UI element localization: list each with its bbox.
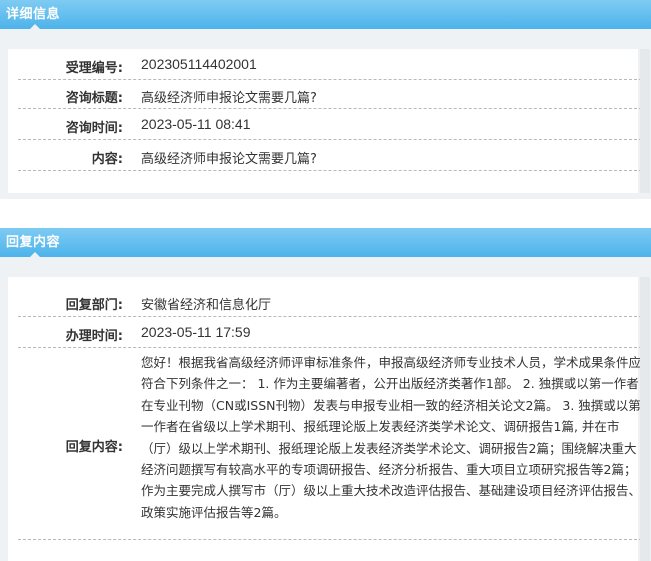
reply-content-text: 您好！根据我省高级经济师评审标准条件，申报高级经济师专业技术人员，学术成果条件应… <box>141 355 642 520</box>
details-row-subject: 咨询标题: 高级经济师申报论文需要几篇? <box>18 80 642 109</box>
consult-time-label: 咨询时间: <box>65 121 123 136</box>
handle-time-label: 办理时间: <box>65 329 123 344</box>
ticket-number-label: 受理编号: <box>65 61 123 76</box>
handle-time-value: 2023-05-11 17:59 <box>141 324 251 340</box>
content-label: 内容: <box>91 152 123 167</box>
details-section-header: 详细信息 <box>0 0 651 29</box>
reply-section-title: 回复内容 <box>6 235 61 250</box>
reply-row-department: 回复部门: 安徽省经济和信息化厅 <box>18 277 642 317</box>
subject-value: 高级经济师申报论文需要几篇? <box>141 91 317 106</box>
reply-panel: 回复部门: 安徽省经济和信息化厅 办理时间: 2023-05-11 17:59 … <box>0 257 651 561</box>
details-card: 受理编号: 202305114402001 咨询标题: 高级经济师申报论文需要几… <box>8 49 642 193</box>
reply-scroll-gutter <box>640 277 650 561</box>
reply-card: 回复部门: 安徽省经济和信息化厅 办理时间: 2023-05-11 17:59 … <box>8 277 642 561</box>
details-panel: 受理编号: 202305114402001 咨询标题: 高级经济师申报论文需要几… <box>0 29 651 199</box>
department-value: 安徽省经济和信息化厅 <box>141 298 272 313</box>
reply-row-handle-time: 办理时间: 2023-05-11 17:59 <box>18 317 642 348</box>
consultation-detail-page: 详细信息 受理编号: 202305114402001 咨询标题: 高级经济师申报… <box>0 0 651 561</box>
subject-label: 咨询标题: <box>65 91 123 106</box>
content-value: 高级经济师申报论文需要几篇? <box>141 152 317 167</box>
reply-section-header: 回复内容 <box>0 228 651 257</box>
details-row-content: 内容: 高级经济师申报论文需要几篇? <box>18 140 642 171</box>
reply-row-content: 回复内容: 您好！根据我省高级经济师评审标准条件，申报高级经济师专业技术人员，学… <box>18 348 642 540</box>
reply-content-label: 回复内容: <box>65 440 123 455</box>
ticket-number-value: 202305114402001 <box>141 56 257 72</box>
department-label: 回复部门: <box>65 298 123 313</box>
details-row-time: 咨询时间: 2023-05-11 08:41 <box>18 109 642 140</box>
consult-time-value: 2023-05-11 08:41 <box>141 116 251 132</box>
details-section-title: 详细信息 <box>6 7 61 22</box>
details-scroll-gutter <box>640 49 650 193</box>
details-row-ticket-number: 受理编号: 202305114402001 <box>18 49 642 80</box>
